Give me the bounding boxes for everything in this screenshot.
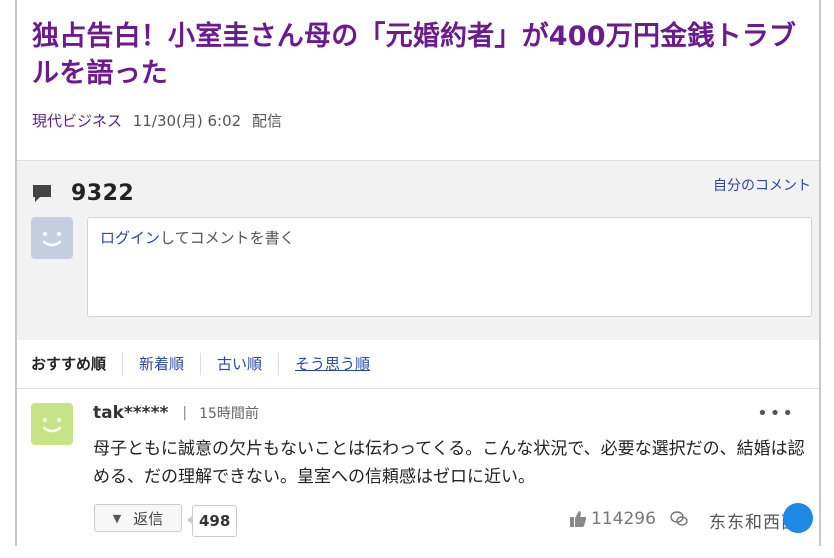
article-published-label: 配信	[251, 112, 282, 130]
article-source-link[interactable]: 現代ビジネス	[32, 112, 122, 130]
thumbs-up-icon	[570, 511, 587, 527]
smiley-face-icon	[42, 418, 62, 433]
tab-recommended[interactable]: おすすめ順	[17, 353, 124, 375]
comment-username[interactable]: tak*****	[93, 403, 168, 423]
sort-tabs: おすすめ順 新着順 古い順 そう思う順	[17, 340, 819, 389]
comment-count: 9322	[71, 181, 135, 206]
blue-badge-icon	[783, 503, 813, 533]
article-date: 11/30(月) 6:02	[132, 112, 242, 130]
comment-count-row: 9322	[31, 181, 134, 206]
reply-count-badge: 498	[186, 505, 238, 537]
user-avatar	[31, 403, 73, 445]
comment-input[interactable]: ログインしてコメントを書く	[87, 217, 812, 317]
avatar	[31, 217, 73, 259]
tab-oldest[interactable]: 古い順	[201, 353, 280, 375]
comment-separator: |	[182, 405, 188, 421]
comment-time: 15時間前	[199, 406, 259, 422]
speech-bubble-icon	[33, 184, 51, 202]
article-byline: 現代ビジネス 11/30(月) 6:02 配信	[32, 110, 288, 131]
comment-input-placeholder: してコメントを書く	[160, 229, 295, 247]
comment-item: tak***** | 15時間前 ••• 母子ともに誠意の欠片もないことは伝わっ…	[17, 389, 819, 546]
reply-button[interactable]: ▼ 返信	[94, 504, 182, 532]
my-comments-link[interactable]: 自分のコメント	[713, 175, 811, 195]
reply-label: 返信	[133, 509, 164, 528]
smiley-face-icon	[42, 232, 62, 247]
like-count: 114296	[591, 509, 656, 529]
article-title[interactable]: 独占告白！小室圭さん母の「元婚約者」が400万円金銭トラブルを語った	[32, 18, 812, 92]
login-link[interactable]: ログイン	[100, 229, 160, 247]
tab-newest[interactable]: 新着順	[123, 353, 202, 375]
caret-down-icon: ▼	[112, 511, 122, 525]
like-button[interactable]: 114296	[569, 509, 656, 529]
comment-text: 母子ともに誠意の欠片もないことは伝わってくる。こんな状況で、必要な選択だの、結婚…	[93, 439, 805, 487]
tab-agree[interactable]: そう思う順	[279, 353, 386, 375]
wechat-logo-icon	[670, 511, 688, 526]
comment-panel: 9322 自分のコメント ログインしてコメントを書く	[17, 160, 819, 341]
comment-header: tak***** | 15時間前	[93, 403, 259, 423]
more-dots-icon[interactable]: •••	[757, 403, 795, 424]
